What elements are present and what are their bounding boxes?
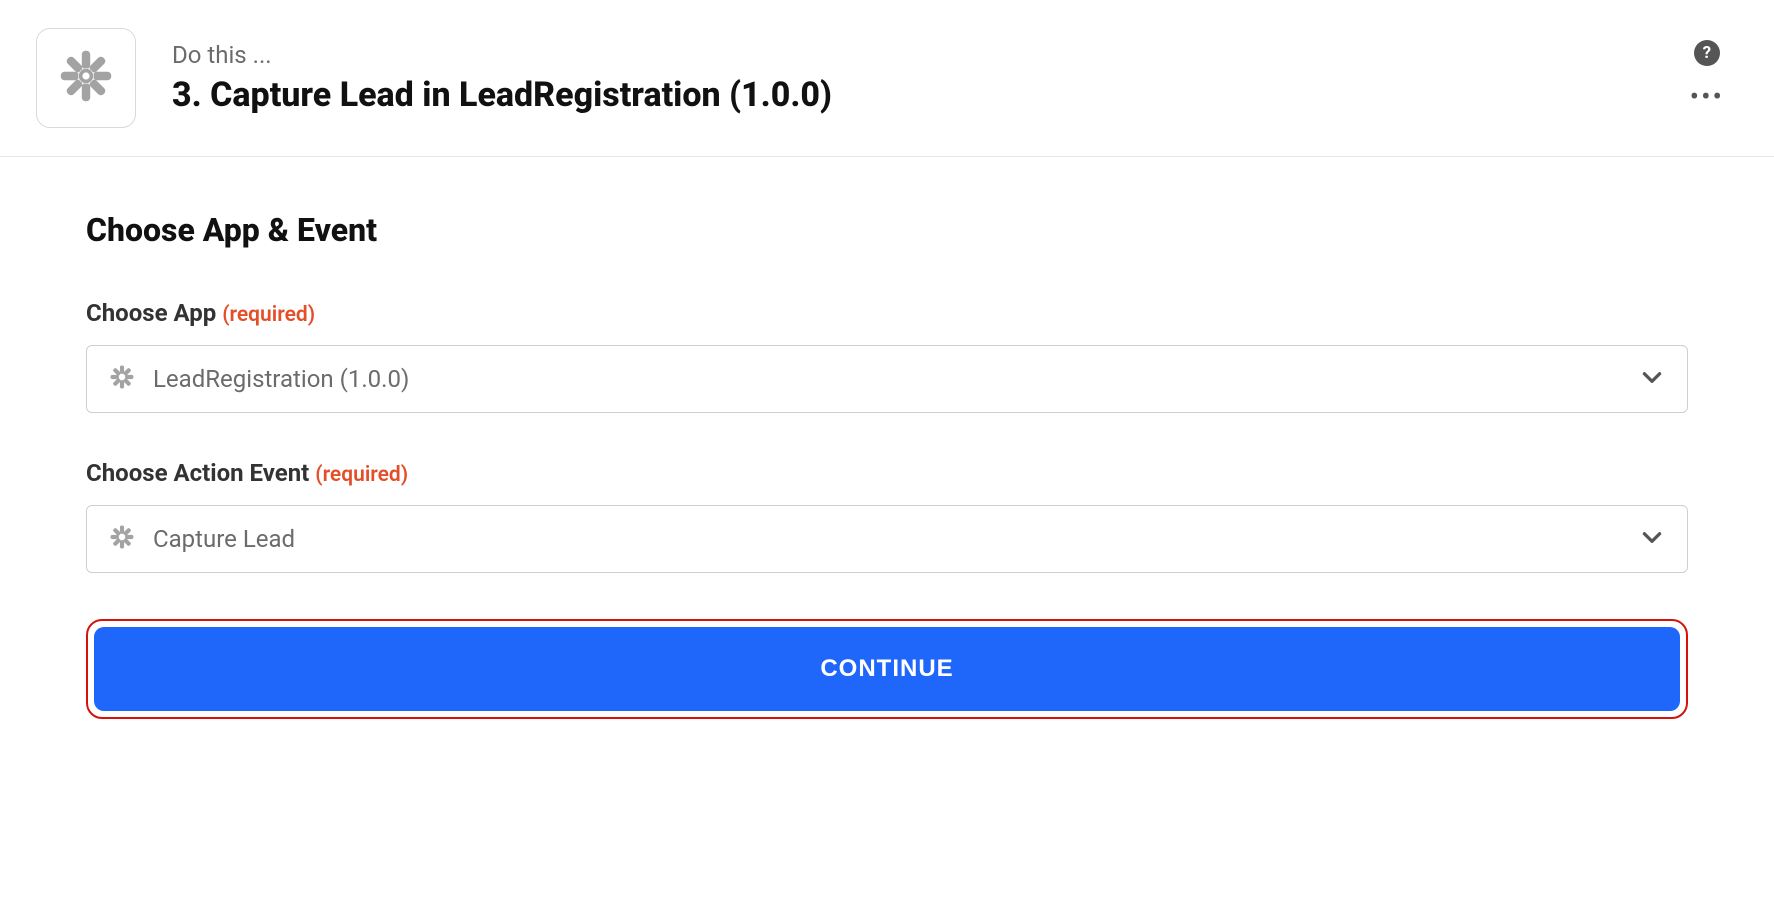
- more-menu-icon[interactable]: •••: [1690, 92, 1724, 102]
- choose-action-required: (required): [315, 463, 408, 487]
- header-controls: ? •••: [1690, 40, 1724, 102]
- choose-action-label: Choose Action Event (required): [86, 459, 1688, 487]
- choose-app-select[interactable]: LeadRegistration (1.0.0): [86, 345, 1688, 413]
- choose-action-select[interactable]: Capture Lead: [86, 505, 1688, 573]
- step-header: Do this ... 3. Capture Lead in LeadRegis…: [0, 0, 1774, 157]
- chevron-down-icon: [1639, 364, 1665, 394]
- choose-app-label-text: Choose App: [86, 299, 216, 327]
- choose-action-value: Capture Lead: [153, 525, 1621, 553]
- step-eyebrow: Do this ...: [172, 41, 1734, 69]
- zapier-asterisk-icon: [56, 46, 116, 110]
- help-icon[interactable]: ?: [1694, 40, 1720, 66]
- continue-button[interactable]: CONTINUE: [94, 627, 1680, 711]
- app-icon-box: [36, 28, 136, 128]
- zapier-asterisk-icon: [109, 364, 135, 394]
- step-title: 3. Capture Lead in LeadRegistration (1.0…: [172, 75, 1734, 115]
- choose-app-required: (required): [222, 303, 315, 327]
- step-titles: Do this ... 3. Capture Lead in LeadRegis…: [172, 41, 1734, 115]
- choose-app-field: Choose App (required): [86, 299, 1688, 413]
- zapier-asterisk-icon: [109, 524, 135, 554]
- step-body: Choose App & Event Choose App (required): [0, 157, 1774, 779]
- choose-action-label-text: Choose Action Event: [86, 459, 309, 487]
- continue-highlight-box: CONTINUE: [86, 619, 1688, 719]
- chevron-down-icon: [1639, 524, 1665, 554]
- choose-app-label: Choose App (required): [86, 299, 1688, 327]
- section-title: Choose App & Event: [86, 211, 1688, 249]
- choose-app-value: LeadRegistration (1.0.0): [153, 365, 1621, 393]
- choose-action-field: Choose Action Event (required): [86, 459, 1688, 573]
